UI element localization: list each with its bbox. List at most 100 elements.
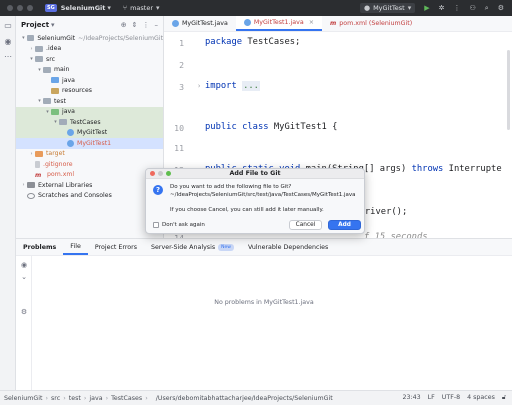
tree-item[interactable]: MyGitTest bbox=[16, 127, 163, 138]
breadcrumb-item[interactable]: SeleniumGit bbox=[4, 395, 42, 402]
commit-tool-icon[interactable]: ◉ bbox=[3, 37, 13, 47]
cursor-position[interactable]: 23:43 bbox=[402, 394, 420, 402]
indent-setting[interactable]: 4 spaces bbox=[467, 394, 495, 402]
run-icon[interactable]: ▶ bbox=[424, 4, 429, 12]
file-encoding[interactable]: UTF-8 bbox=[442, 394, 460, 402]
branch-name: master bbox=[130, 4, 154, 12]
fold-icon[interactable]: › bbox=[197, 82, 201, 90]
project-panel-header: Project ▾ ⊕ ⇕ ⋮ – bbox=[16, 16, 163, 33]
tree-item[interactable]: .gitignore bbox=[16, 159, 163, 170]
dont-ask-again-checkbox[interactable]: Don't ask again bbox=[153, 222, 205, 228]
tree-item-label: pom.xml bbox=[47, 171, 75, 179]
tree-item-label: .idea bbox=[46, 45, 62, 53]
editor-tab-label: MyGitTest.java bbox=[182, 20, 228, 27]
run-configuration-selector[interactable]: ● MyGitTest ▾ bbox=[359, 3, 416, 13]
project-tool-icon[interactable]: ▭ bbox=[3, 21, 13, 31]
collapse-all-icon[interactable]: ⇕ bbox=[132, 21, 138, 29]
editor-tabs: MyGitTest.java MyGitTest1.java × m pom.xml (… bbox=[164, 16, 512, 32]
expand-arrow-icon[interactable]: › bbox=[28, 151, 35, 157]
folder-icon bbox=[35, 56, 43, 63]
line-ending[interactable]: LF bbox=[428, 394, 435, 402]
tree-item[interactable]: ▾ src bbox=[16, 54, 163, 65]
zoom-window-button[interactable] bbox=[27, 5, 33, 11]
tree-item-label: java bbox=[62, 108, 75, 116]
tree-item[interactable]: resources bbox=[16, 86, 163, 97]
tree-item[interactable]: › External Libraries bbox=[16, 180, 163, 191]
settings-icon[interactable]: ⚙ bbox=[20, 308, 28, 316]
expand-arrow-icon[interactable]: › bbox=[20, 182, 27, 188]
problems-tab[interactable]: Server-Side Analysis New bbox=[144, 239, 241, 255]
add-file-to-git-dialog: Add File to Git ? Do you want to add the… bbox=[145, 168, 365, 234]
more-icon[interactable]: ⋮ bbox=[143, 21, 150, 29]
tree-item[interactable]: › target bbox=[16, 149, 163, 160]
dialog-close-button[interactable] bbox=[150, 171, 155, 176]
problems-tab-label: Project Errors bbox=[94, 243, 138, 251]
maven-icon: m bbox=[330, 20, 337, 27]
project-switcher[interactable]: SeleniumGit bbox=[61, 4, 106, 12]
tree-item-label: Scratches and Consoles bbox=[38, 192, 112, 200]
project-panel-title[interactable]: Project bbox=[21, 21, 49, 29]
more-icon[interactable]: ⋮ bbox=[454, 4, 461, 12]
expand-arrow-icon[interactable]: ▾ bbox=[20, 35, 27, 41]
breadcrumb-item[interactable]: java bbox=[89, 395, 102, 402]
editor-scrollbar[interactable] bbox=[507, 50, 510, 130]
eye-icon[interactable]: ◉ bbox=[20, 261, 28, 269]
locate-icon[interactable]: ⊕ bbox=[121, 21, 127, 29]
problems-tab[interactable]: Vulnerable Dependencies bbox=[241, 239, 335, 255]
problems-tab[interactable]: Project Errors bbox=[88, 239, 144, 255]
hide-icon[interactable]: – bbox=[155, 21, 159, 29]
filter-icon[interactable]: ⌄ bbox=[20, 273, 28, 281]
tree-item[interactable]: java bbox=[16, 75, 163, 86]
close-icon[interactable]: × bbox=[309, 19, 314, 26]
editor-tab[interactable]: MyGitTest1.java × bbox=[235, 16, 322, 31]
expand-arrow-icon[interactable]: ▾ bbox=[36, 67, 43, 73]
breadcrumb-item[interactable]: test bbox=[69, 395, 81, 402]
lock-icon[interactable]: 🔓︎ bbox=[502, 394, 506, 402]
branch-switcher[interactable]: ⑂ master ▾ bbox=[123, 4, 160, 12]
dialog-minimize-button bbox=[158, 171, 163, 176]
problems-tab[interactable]: File bbox=[63, 239, 88, 255]
people-icon[interactable]: ⚇ bbox=[470, 4, 476, 12]
tree-item-label: MyGitTest1 bbox=[77, 139, 112, 147]
problems-tab-label: Vulnerable Dependencies bbox=[247, 243, 329, 251]
close-window-button[interactable] bbox=[7, 5, 13, 11]
tree-item[interactable]: ▾ java bbox=[16, 106, 163, 117]
tree-item[interactable]: ▾ main bbox=[16, 65, 163, 76]
expand-arrow-icon[interactable]: ▾ bbox=[44, 109, 51, 115]
chevron-down-icon: ▾ bbox=[107, 4, 111, 12]
tree-item-label: main bbox=[54, 66, 70, 74]
debug-icon[interactable]: ✲ bbox=[439, 4, 445, 12]
project-badge: SG bbox=[45, 4, 57, 12]
tree-item-label: .gitignore bbox=[43, 160, 73, 168]
structure-tool-icon[interactable]: ⋯ bbox=[3, 52, 13, 62]
tree-item[interactable]: › .idea bbox=[16, 44, 163, 55]
cancel-button[interactable]: Cancel bbox=[289, 220, 322, 230]
minimize-window-button[interactable] bbox=[17, 5, 23, 11]
gear-icon[interactable]: ⚙ bbox=[498, 4, 504, 12]
add-button[interactable]: Add bbox=[328, 220, 361, 230]
breadcrumb-item[interactable]: TestCases bbox=[111, 395, 142, 402]
expand-arrow-icon[interactable]: › bbox=[28, 46, 35, 52]
checkbox-box[interactable] bbox=[153, 222, 159, 228]
project-panel: Project ▾ ⊕ ⇕ ⋮ – ▾ SeleniumGit ~/IdeaProj… bbox=[16, 16, 164, 238]
folder-icon bbox=[51, 108, 59, 115]
expand-arrow-icon[interactable]: ▾ bbox=[52, 119, 59, 125]
tree-item[interactable]: ▾ SeleniumGit ~/IdeaProjects/SeleniumGit bbox=[16, 33, 163, 44]
tree-item[interactable]: ▾ TestCases bbox=[16, 117, 163, 128]
search-icon[interactable]: ⌕ bbox=[485, 4, 489, 13]
window-controls bbox=[7, 5, 33, 11]
expand-arrow-icon[interactable]: ▾ bbox=[28, 56, 35, 62]
editor-tab[interactable]: MyGitTest.java bbox=[164, 16, 236, 31]
dialog-zoom-button[interactable] bbox=[166, 171, 171, 176]
folder-icon bbox=[35, 150, 43, 157]
editor-tab-label: pom.xml (SeleniumGit) bbox=[339, 20, 413, 27]
tree-item[interactable]: ▾ test bbox=[16, 96, 163, 107]
folder-icon bbox=[26, 35, 35, 42]
editor-tab[interactable]: m pom.xml (SeleniumGit) bbox=[322, 16, 420, 31]
tree-item[interactable]: MyGitTest1 bbox=[16, 138, 163, 149]
tree-item[interactable]: Scratches and Consoles bbox=[16, 191, 163, 202]
tree-item[interactable]: m pom.xml bbox=[16, 170, 163, 181]
breadcrumb-item[interactable]: src bbox=[51, 395, 60, 402]
tree-item-label: External Libraries bbox=[38, 181, 93, 189]
expand-arrow-icon[interactable]: ▾ bbox=[36, 98, 43, 104]
